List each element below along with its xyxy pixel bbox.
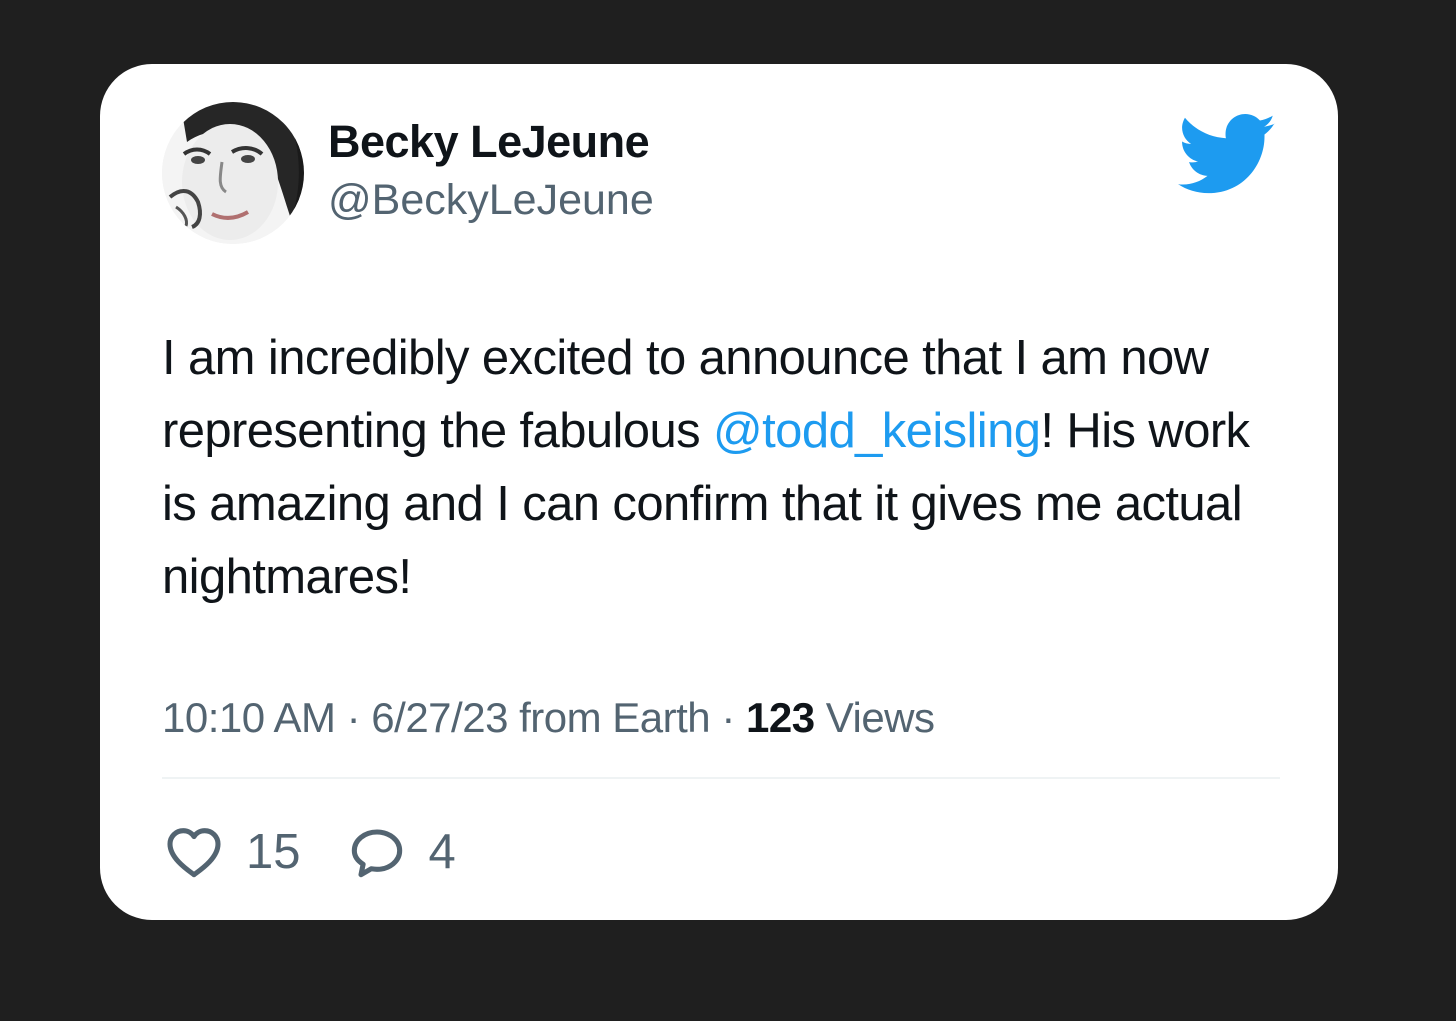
author-avatar[interactable]	[162, 102, 304, 244]
divider	[162, 777, 1280, 779]
tweet-time[interactable]: 10:10 AM	[162, 694, 336, 741]
tweet-card: Becky LeJeune @BeckyLeJeune I am incredi…	[100, 64, 1338, 920]
like-button[interactable]: 15	[162, 820, 301, 884]
tweet-date-source[interactable]: 6/27/23 from Earth	[371, 694, 710, 741]
reply-button[interactable]: 4	[345, 820, 456, 884]
views-label: Views	[814, 694, 935, 741]
tweet-actions: 15 4	[162, 820, 500, 884]
reply-count: 4	[428, 825, 456, 879]
meta-separator: ·	[710, 694, 746, 741]
author-handle[interactable]: @BeckyLeJeune	[328, 176, 654, 225]
mention-link[interactable]: @todd_keisling	[713, 404, 1041, 458]
meta-separator: ·	[335, 694, 372, 741]
heart-icon	[167, 828, 221, 878]
like-count: 15	[246, 825, 301, 879]
tweet-meta: 10:10 AM · 6/27/23 from Earth · 123 View…	[162, 694, 935, 742]
avatar-photo-icon	[162, 102, 304, 244]
twitter-bird-icon	[1177, 114, 1278, 196]
reply-bubble-icon	[351, 829, 402, 878]
tweet-text: I am incredibly excited to announce that…	[162, 322, 1282, 614]
views-count[interactable]: 123	[746, 694, 815, 741]
author-name[interactable]: Becky LeJeune	[328, 116, 650, 168]
